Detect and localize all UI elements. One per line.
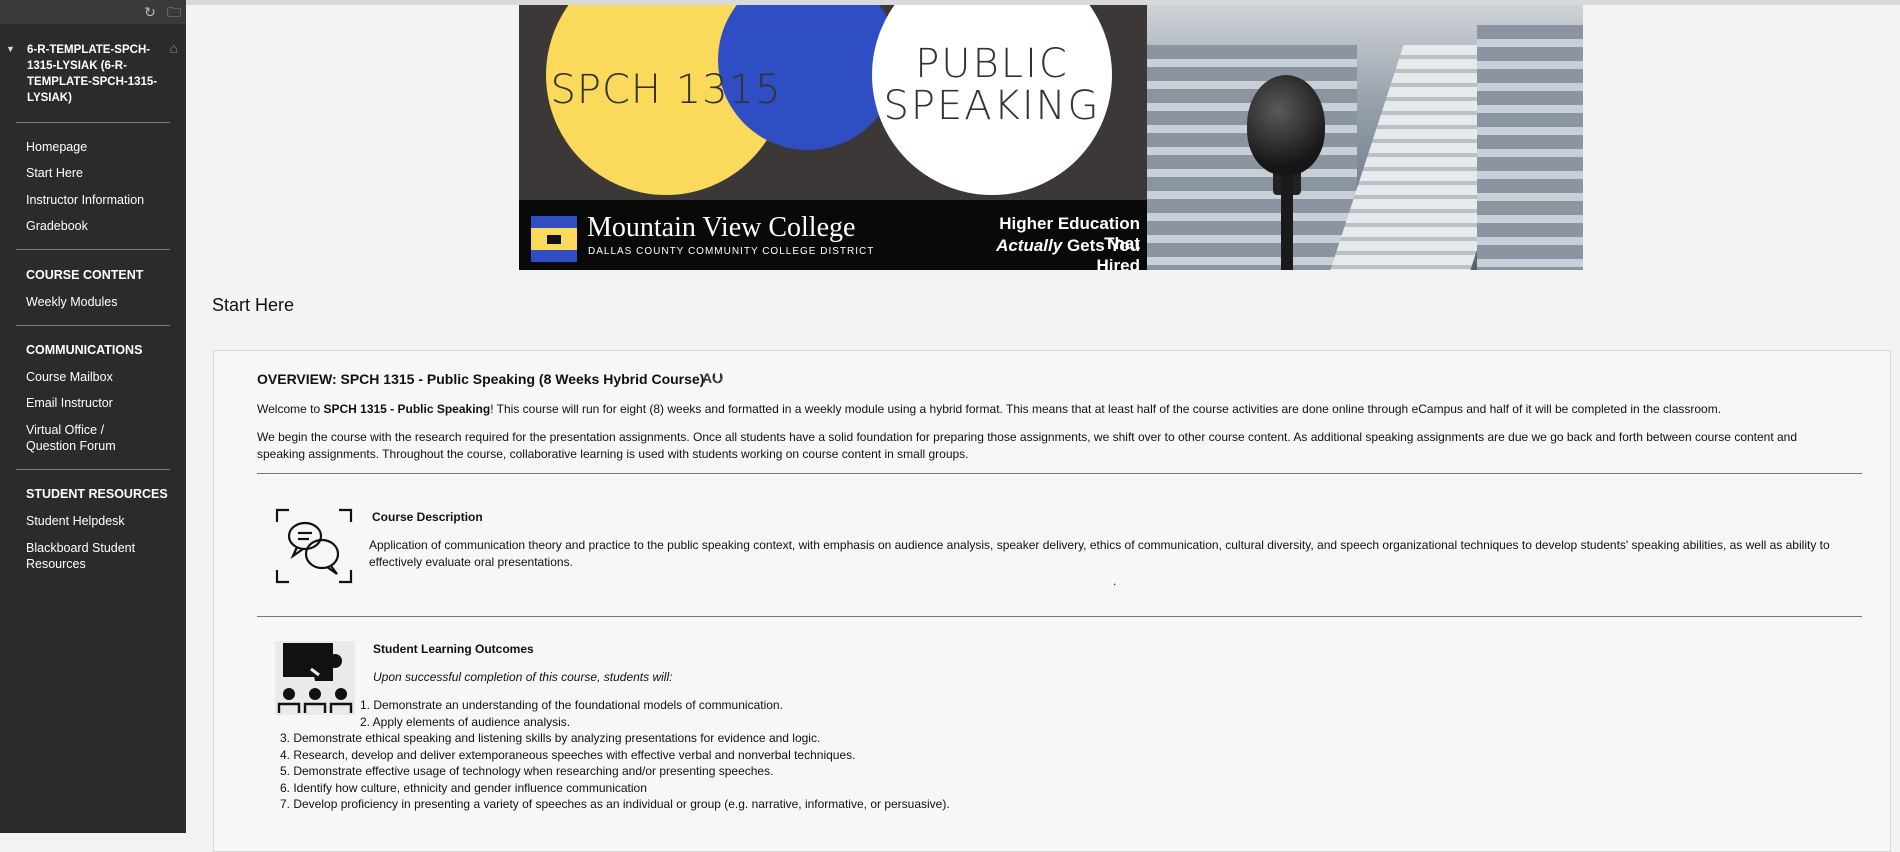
sidebar-item-homepage[interactable]: Homepage (26, 139, 176, 155)
sidebar-item-student-helpdesk[interactable]: Student Helpdesk (26, 513, 176, 529)
outcome-item: 5. Demonstrate effective usage of techno… (280, 764, 774, 778)
learning-outcomes-title: Student Learning Outcomes (373, 642, 534, 656)
banner-college-bar: Mountain View College DALLAS COUNTY COMM… (519, 200, 1147, 270)
tagline-rest: Gets You Hired (1066, 236, 1140, 270)
sidebar-divider (16, 469, 170, 470)
discussion-icon (275, 508, 353, 584)
outcome-item: 4. Research, develop and deliver extempo… (280, 748, 856, 762)
banner-course-name-line2: SPEAKING (883, 83, 1101, 129)
sidebar-divider (16, 122, 170, 123)
overview-title[interactable]: OVERVIEW: SPCH 1315 - Public Speaking (8… (257, 371, 704, 387)
sidebar-item-blackboard-student-resources[interactable]: Blackboard Student Resources (26, 540, 146, 572)
page-title: Start Here (212, 295, 295, 315)
sidebar-divider (16, 325, 170, 326)
outcome-item: 2. Apply elements of audience analysis. (360, 715, 571, 729)
learning-outcomes-intro: Upon successful completion of this cours… (373, 670, 673, 684)
college-district: DALLAS COUNTY COMMUNITY COLLEGE DISTRICT (588, 246, 875, 257)
classroom-presentation-icon (275, 641, 355, 715)
course-banner: SPCH 1315 PUBLIC SPEAKING Mountain View … (519, 5, 1583, 270)
welcome-rest: ! This course will run for eight (8) wee… (490, 402, 1722, 416)
banner-course-name: PUBLIC SPEAKING (872, 43, 1112, 127)
outcome-item: 3. Demonstrate ethical speaking and list… (280, 731, 821, 745)
sidebar-item-weekly-modules[interactable]: Weekly Modules (26, 294, 176, 310)
course-description-title: Course Description (372, 510, 483, 524)
section-divider (257, 473, 1862, 474)
sidebar-toolbar: ↻ 🗀 (0, 0, 186, 24)
tagline-emphasis: Actually (996, 236, 1063, 255)
sidebar-item-gradebook[interactable]: Gradebook (26, 218, 176, 234)
tagline-line2: Actually Gets You Hired (980, 236, 1140, 270)
college-logo-icon (531, 216, 577, 262)
banner-course-name-line1: PUBLIC (915, 41, 1069, 87)
refresh-icon[interactable]: ↻ (142, 4, 158, 20)
sort-options-icon[interactable]: A⮋ (702, 370, 723, 387)
sidebar-divider (16, 249, 170, 250)
outcome-item: 1. Demonstrate an understanding of the f… (360, 698, 783, 712)
sidebar-item-email-instructor[interactable]: Email Instructor (26, 395, 176, 411)
course-menu-sidebar: ↻ 🗀 ▼ 6-R-TEMPLATE-SPCH-1315-LYSIAK (6-R… (0, 0, 186, 833)
banner-course-code: SPCH 1315 (550, 67, 782, 113)
course-title[interactable]: 6-R-TEMPLATE-SPCH-1315-LYSIAK (6-R-TEMPL… (27, 42, 173, 106)
outcome-item: 6. Identify how culture, ethnicity and g… (280, 781, 647, 795)
college-name: Mountain View College (587, 212, 856, 243)
outcome-item: 7. Develop proficiency in presenting a v… (280, 797, 950, 811)
sidebar-heading-communications: COMMUNICATIONS (26, 343, 143, 357)
sidebar-heading-student-resources: STUDENT RESOURCES (26, 487, 168, 501)
welcome-course-name: SPCH 1315 - Public Speaking (323, 402, 491, 416)
course-description-text: Application of communication theory and … (369, 538, 1830, 569)
sidebar-item-virtual-office[interactable]: Virtual Office / Question Forum (26, 422, 156, 454)
sidebar-item-start-here[interactable]: Start Here (26, 165, 176, 181)
sidebar-item-course-mailbox[interactable]: Course Mailbox (26, 369, 176, 385)
welcome-prefix: Welcome to (257, 402, 324, 416)
section-divider (257, 616, 1862, 617)
welcome-paragraph: Welcome to SPCH 1315 - Public Speaking! … (257, 401, 1847, 418)
home-icon[interactable]: ⌂ (170, 40, 178, 56)
sidebar-heading-course-content: COURSE CONTENT (26, 268, 144, 282)
lecture-hall-microphone-photo (1147, 5, 1583, 270)
collapse-caret-icon[interactable]: ▼ (6, 44, 15, 54)
sidebar-item-instructor-information[interactable]: Instructor Information (26, 192, 176, 208)
course-overview-paragraph: We begin the course with the research re… (257, 430, 1798, 461)
folder-icon[interactable]: 🗀 (166, 4, 182, 20)
description-dot: . (1113, 574, 1117, 588)
